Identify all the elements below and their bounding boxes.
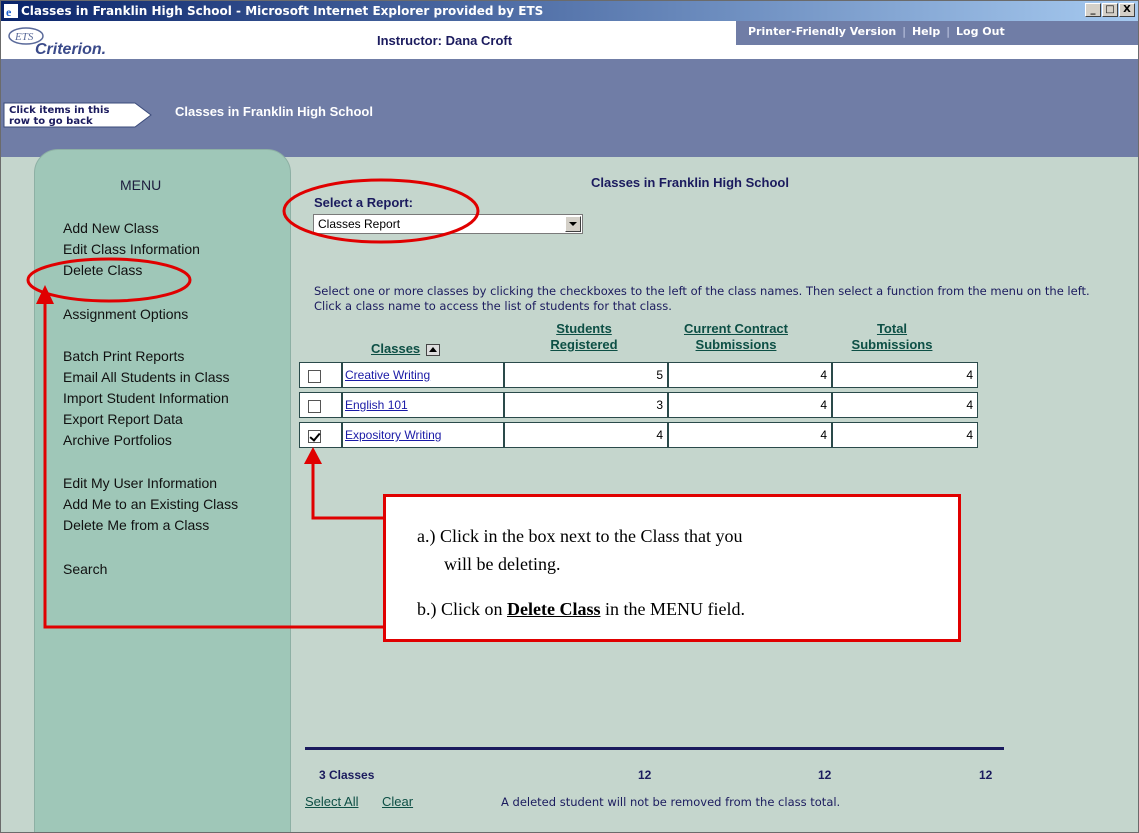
row-checkbox-checked[interactable]: [308, 430, 321, 443]
callout-step-a-line2: will be deleting.: [444, 554, 561, 574]
table-row: Expository Writing 4 4 4: [299, 420, 978, 450]
menu-item-delete-me-from-class[interactable]: Delete Me from a Class: [63, 517, 209, 533]
link-separator: |: [946, 25, 950, 38]
svg-text:ETS: ETS: [14, 31, 34, 43]
menu-item-batch-print-reports[interactable]: Batch Print Reports: [63, 348, 184, 364]
menu-item-email-all-students[interactable]: Email All Students in Class: [63, 369, 230, 385]
students-cell: 5: [504, 362, 668, 388]
menu-title: MENU: [120, 177, 162, 193]
class-name-cell: Expository Writing: [342, 422, 504, 448]
row-checkbox[interactable]: [308, 370, 321, 383]
menu-item-edit-class-information[interactable]: Edit Class Information: [63, 241, 200, 257]
menu-item-search[interactable]: Search: [63, 561, 107, 577]
callout-step-b-bold: Delete Class: [507, 599, 601, 619]
column-header-line: Submissions: [851, 337, 933, 352]
criterion-logo: ETS Criterion.: [8, 27, 106, 57]
header-links: Printer-Friendly Version | Help | Log Out: [736, 21, 1138, 45]
app-header: ETS Criterion. Instructor: Dana Croft Pr…: [1, 21, 1138, 59]
browser-window: e Classes in Franklin High School - Micr…: [0, 0, 1139, 833]
svg-text:Click items in this: Click items in this: [9, 105, 109, 116]
svg-text:row to go back: row to go back: [9, 116, 93, 127]
class-name-cell: English 101: [342, 392, 504, 418]
menu-item-add-new-class[interactable]: Add New Class: [63, 220, 159, 236]
contract-cell: 4: [668, 392, 832, 418]
menu-item-add-me-to-existing-class[interactable]: Add Me to an Existing Class: [63, 496, 238, 512]
window-title: Classes in Franklin High School - Micros…: [21, 4, 544, 18]
breadcrumb-title[interactable]: Classes in Franklin High School: [175, 104, 373, 119]
column-header-line: Submissions: [695, 337, 777, 352]
class-name-link[interactable]: Creative Writing: [343, 368, 430, 382]
page-title: Classes in Franklin High School: [591, 175, 789, 190]
instructions-text: Select one or more classes by clicking t…: [314, 284, 1090, 313]
column-header-students-registered[interactable]: Students Registered: [531, 321, 637, 353]
class-name-cell: Creative Writing: [342, 362, 504, 388]
sort-up-icon[interactable]: [426, 343, 441, 356]
total-cell: 4: [832, 392, 978, 418]
total-cell: 4: [832, 362, 978, 388]
menu-item-archive-portfolios[interactable]: Archive Portfolios: [63, 432, 172, 448]
table-row: Creative Writing 5 4 4: [299, 360, 978, 390]
column-header-total-submissions[interactable]: Total Submissions: [837, 321, 947, 353]
breadcrumb-back-button[interactable]: Click items in this row to go back: [3, 102, 153, 128]
column-header-classes[interactable]: Classes: [371, 341, 471, 357]
row-checkbox[interactable]: [308, 400, 321, 413]
select-all-link[interactable]: Select All: [305, 794, 358, 809]
menu-item-import-student-information[interactable]: Import Student Information: [63, 390, 229, 406]
breadcrumb-bar: Click items in this row to go back Class…: [1, 59, 1138, 157]
class-name-link[interactable]: English 101: [343, 398, 408, 412]
window-titlebar: e Classes in Franklin High School - Micr…: [1, 1, 1138, 21]
table-row: English 101 3 4 4: [299, 390, 978, 420]
row-checkbox-cell: [299, 422, 342, 448]
arrow-line-to-checkbox: [311, 456, 383, 520]
contract-cell: 4: [668, 422, 832, 448]
logout-link[interactable]: Log Out: [956, 25, 1005, 38]
instruction-callout: a.) Click in the box next to the Class t…: [383, 494, 961, 642]
contract-cell: 4: [668, 362, 832, 388]
total-contract: 12: [818, 768, 832, 782]
callout-step-b: b.) Click on Delete Class in the MENU fi…: [417, 599, 745, 620]
svg-text:Criterion.: Criterion.: [35, 41, 106, 57]
maximize-button[interactable]: □: [1102, 3, 1118, 17]
menu-item-assignment-options[interactable]: Assignment Options: [63, 306, 188, 322]
chevron-down-icon[interactable]: [565, 216, 581, 232]
footnote-text: A deleted student will not be removed fr…: [501, 795, 841, 809]
printer-friendly-link[interactable]: Printer-Friendly Version: [748, 25, 896, 38]
row-checkbox-cell: [299, 362, 342, 388]
students-cell: 3: [504, 392, 668, 418]
total-students: 12: [638, 768, 652, 782]
column-header-line: Students: [556, 321, 612, 336]
column-header-line: Current Contract: [683, 321, 788, 336]
class-name-link[interactable]: Expository Writing: [343, 428, 441, 442]
clear-link[interactable]: Clear: [382, 794, 413, 809]
instructor-name: Instructor: Dana Croft: [377, 33, 513, 48]
report-select-value: Classes Report: [318, 217, 401, 231]
column-header-line: Registered: [550, 337, 618, 352]
column-header-line: Total: [876, 321, 908, 336]
total-submissions: 12: [979, 768, 993, 782]
row-checkbox-cell: [299, 392, 342, 418]
students-cell: 4: [504, 422, 668, 448]
menu-item-export-report-data[interactable]: Export Report Data: [63, 411, 183, 427]
column-header-current-contract[interactable]: Current Contract Submissions: [661, 321, 811, 353]
help-link[interactable]: Help: [912, 25, 940, 38]
total-classes: 3 Classes: [319, 768, 375, 782]
callout-step-b-prefix: b.) Click on: [417, 599, 507, 619]
link-separator: |: [902, 25, 906, 38]
internet-explorer-icon: e: [4, 4, 18, 18]
report-select[interactable]: Classes Report: [313, 214, 583, 234]
svg-text:e: e: [6, 5, 12, 18]
menu-item-edit-my-user-information[interactable]: Edit My User Information: [63, 475, 217, 491]
callout-step-a: a.) Click in the box next to the Class t…: [417, 526, 743, 546]
column-header-classes-label: Classes: [371, 341, 421, 356]
menu-item-delete-class[interactable]: Delete Class: [63, 262, 142, 278]
minimize-button[interactable]: _: [1085, 3, 1101, 17]
report-select-label: Select a Report:: [314, 195, 413, 210]
close-button[interactable]: X: [1119, 3, 1135, 17]
total-cell: 4: [832, 422, 978, 448]
totals-divider: [305, 747, 1004, 750]
callout-step-b-suffix: in the MENU field.: [600, 599, 745, 619]
classes-table: Creative Writing 5 4 4 English 101 3 4 4…: [299, 360, 978, 453]
